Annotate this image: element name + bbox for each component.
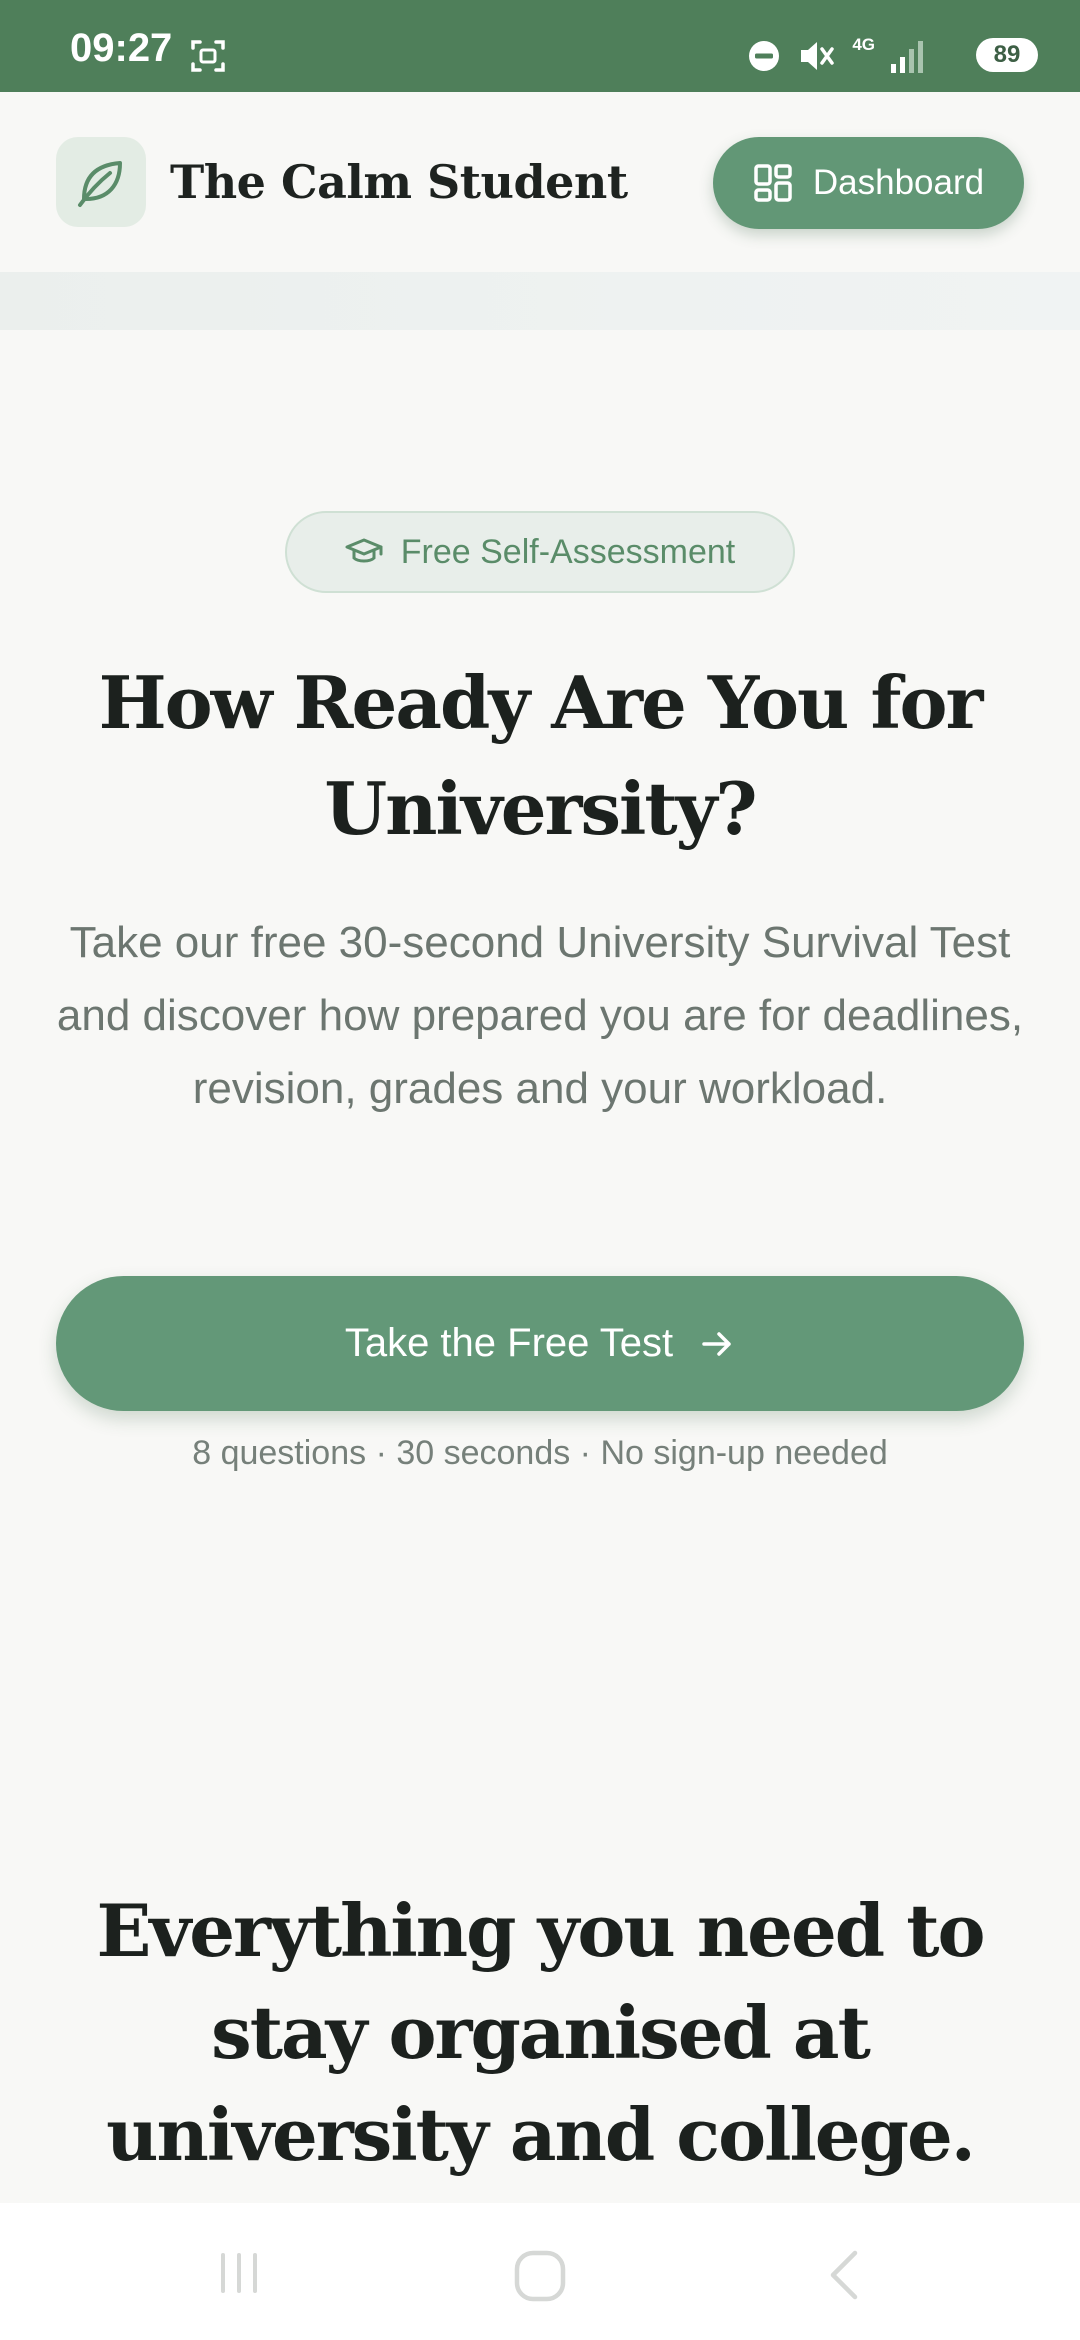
features-title: Everything you need to stay organised at… xyxy=(96,1888,986,2177)
leaf-icon xyxy=(78,161,122,207)
system-nav-bar xyxy=(0,2203,1080,2340)
take-test-label: Take the Free Test xyxy=(344,1321,674,1365)
screenshot-icon xyxy=(191,40,225,72)
dashboard-label: Dashboard xyxy=(812,163,985,202)
battery-level: 89 xyxy=(976,38,1038,72)
test-meta: 8 questions · 30 seconds · No sign-up ne… xyxy=(192,1434,888,1472)
take-test-button[interactable]: Take the Free Test xyxy=(56,1276,1024,1411)
logo[interactable] xyxy=(56,137,146,227)
grid-icon xyxy=(754,164,792,202)
hero-title: How Ready Are You for University? xyxy=(98,660,984,851)
status-bar: 09:27 4G 89 xyxy=(0,0,1080,92)
header-divider-band xyxy=(0,272,1080,330)
badge-label: Free Self-Assessment xyxy=(400,532,736,571)
arrow-right-icon xyxy=(702,1331,731,1356)
back-icon[interactable] xyxy=(823,2247,863,2303)
app-header: The Calm Student Dashboard xyxy=(0,92,1080,272)
graduation-cap-icon xyxy=(345,538,383,563)
brand-name[interactable]: The Calm Student xyxy=(170,152,628,212)
self-assessment-badge: Free Self-Assessment xyxy=(285,511,795,593)
hero-subtitle: Take our free 30-second University Survi… xyxy=(56,918,1024,1113)
recent-apps-icon[interactable] xyxy=(215,2249,263,2297)
dashboard-button[interactable]: Dashboard xyxy=(713,137,1024,229)
do-not-disturb-icon xyxy=(749,41,779,71)
home-icon[interactable] xyxy=(513,2249,567,2303)
signal-icon xyxy=(891,41,923,73)
network-type: 4G xyxy=(852,35,875,54)
mute-icon xyxy=(801,42,834,70)
status-time: 09:27 xyxy=(70,26,173,70)
